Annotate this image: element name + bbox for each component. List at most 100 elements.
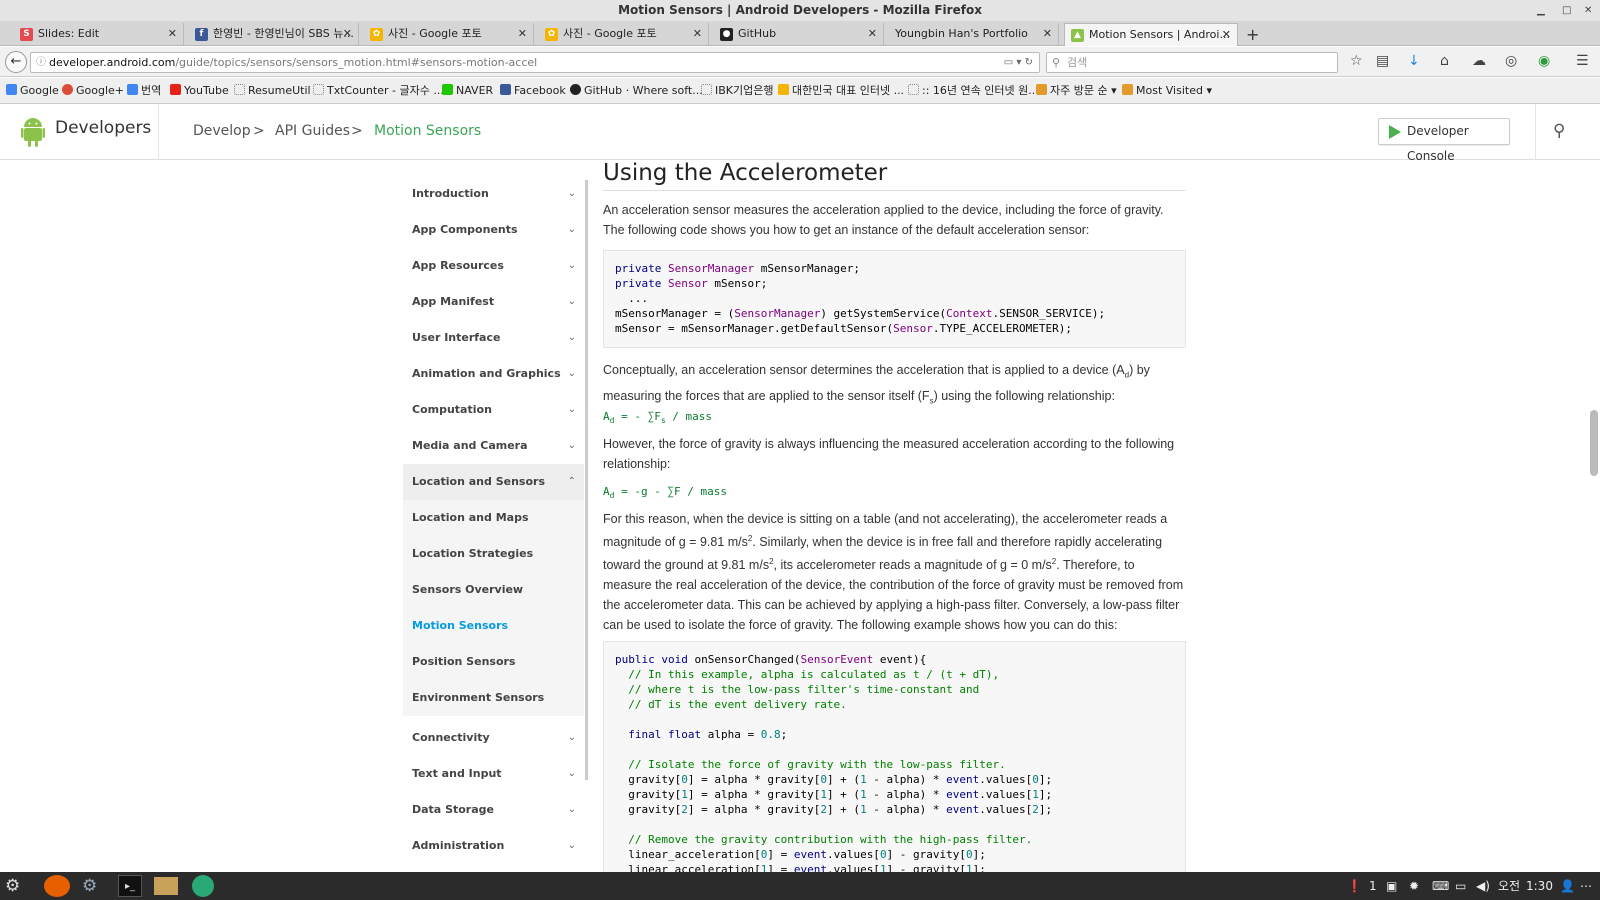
- tab-google-photos[interactable]: ✿ 사진 - Google 포토 ✕: [364, 23, 534, 46]
- close-tab-icon[interactable]: ✕: [868, 23, 877, 45]
- user-icon[interactable]: 👤: [1560, 872, 1575, 900]
- brightness-icon[interactable]: ✹: [1409, 872, 1419, 900]
- bookmark-google[interactable]: Google: [6, 78, 59, 104]
- sidebar-item-introduction[interactable]: Introduction ⌄: [403, 176, 584, 212]
- header-divider: [1535, 104, 1536, 160]
- magnifier-icon: ⚲: [1052, 56, 1061, 69]
- developer-console-button[interactable]: Developer Console: [1378, 118, 1510, 163]
- chevron-down-icon: ⌄: [567, 296, 576, 307]
- bookmark-github[interactable]: GitHub · Where soft...: [570, 78, 703, 104]
- chat-icon[interactable]: ☁: [1472, 53, 1486, 69]
- alert-icon[interactable]: ❗: [1347, 872, 1362, 900]
- sidebar-scrollbar[interactable]: [585, 180, 588, 780]
- close-window-icon[interactable]: ✕: [1584, 0, 1592, 21]
- sidebar-item-app-components[interactable]: App Components ⌄: [403, 212, 584, 248]
- breadcrumb-develop[interactable]: Develop: [193, 123, 251, 139]
- tab-github[interactable]: ● GitHub ✕: [714, 23, 884, 46]
- sidebar-item-app-resources[interactable]: App Resources ⌄: [403, 248, 584, 284]
- sidebar-item-app-manifest[interactable]: App Manifest ⌄: [403, 284, 584, 320]
- back-arrow-icon[interactable]: ←: [5, 51, 27, 73]
- google-photos-icon: ✿: [370, 28, 383, 41]
- sidebar-item-media-camera[interactable]: Media and Camera ⌄: [403, 428, 584, 464]
- sidebar-subitem-location-strategies[interactable]: Location Strategies: [403, 536, 584, 572]
- tab-portfolio[interactable]: Youngbin Han's Portfolio ✕: [889, 23, 1059, 46]
- site-search-icon[interactable]: ⚲: [1553, 121, 1565, 141]
- sidebar-item-connectivity[interactable]: Connectivity ⌄: [403, 720, 584, 756]
- maximize-icon[interactable]: □: [1562, 0, 1571, 21]
- sidebar-item-computation[interactable]: Computation ⌄: [403, 392, 584, 428]
- breadcrumb-motion-sensors[interactable]: Motion Sensors: [374, 123, 481, 139]
- tab-google-photos-2[interactable]: ✿ 사진 - Google 포토 ✕: [539, 23, 709, 46]
- reading-list-icon[interactable]: ▤: [1376, 53, 1389, 69]
- breadcrumb-api-guides[interactable]: API Guides: [275, 123, 350, 139]
- search-input[interactable]: ⚲ 검색: [1046, 52, 1338, 73]
- terminal-icon[interactable]: ▸_: [118, 875, 142, 897]
- sidebar-subitem-motion-sensors[interactable]: Motion Sensors: [403, 608, 584, 644]
- developer-console-label: Developer Console: [1407, 124, 1469, 163]
- bookmark-star-icon[interactable]: ☆: [1350, 53, 1363, 69]
- tab-label: 한영빈 - 한영빈님이 SBS 뉴...: [213, 27, 354, 40]
- clock-time[interactable]: 1:30: [1526, 872, 1553, 900]
- close-tab-icon[interactable]: ✕: [518, 23, 527, 45]
- chevron-down-icon: ⌄: [567, 260, 576, 271]
- sidebar-subitem-environment-sensors[interactable]: Environment Sensors: [403, 680, 584, 716]
- system-settings-icon[interactable]: ⚙: [82, 875, 97, 897]
- bookmark-txtcounter[interactable]: TxtCounter - 글자수 ...: [313, 78, 444, 104]
- new-tab-icon[interactable]: +: [1246, 25, 1259, 44]
- url-bar[interactable]: ⓘ developer.android.com/guide/topics/sen…: [30, 52, 1040, 73]
- brand-name[interactable]: Developers: [55, 118, 151, 138]
- addon-icon[interactable]: ◉: [1538, 53, 1550, 69]
- bookmark-daum[interactable]: 대한민국 대표 인터넷 ...: [778, 78, 904, 104]
- sidebar-item-location-sensors[interactable]: Location and Sensors ⌃: [403, 464, 584, 500]
- notification-count[interactable]: 1: [1369, 872, 1377, 900]
- bookmark-folder-frequent[interactable]: 자주 방문 순 ▾: [1036, 78, 1117, 104]
- close-tab-icon[interactable]: ✕: [343, 23, 352, 45]
- close-tab-icon[interactable]: ✕: [1043, 23, 1052, 45]
- bookmark-naver[interactable]: NAVER: [442, 78, 493, 104]
- window-icon[interactable]: ▣: [1386, 872, 1397, 900]
- tab-label: GitHub: [738, 27, 777, 40]
- info-icon[interactable]: ⓘ: [36, 53, 46, 72]
- sidebar-subitem-position-sensors[interactable]: Position Sensors: [403, 644, 584, 680]
- minimize-icon[interactable]: ▁: [1537, 0, 1545, 21]
- app-icon[interactable]: [192, 875, 214, 897]
- menu-icon[interactable]: ☰: [1576, 53, 1589, 69]
- sidebar-item-administration[interactable]: Administration ⌄: [403, 828, 584, 864]
- bookmarks-bar: Google Google+ 번역 YouTube ResumeUtil Txt…: [0, 78, 1600, 104]
- tab-slides[interactable]: S Slides: Edit ✕: [14, 23, 184, 46]
- sidebar-subitem-sensors-overview[interactable]: Sensors Overview: [403, 572, 584, 608]
- tab-label: Slides: Edit: [38, 27, 100, 40]
- tab-motion-sensors[interactable]: ▲ Motion Sensors | Androi... ✕: [1064, 23, 1238, 46]
- firefox-icon[interactable]: [44, 875, 70, 897]
- sidebar-item-text-input[interactable]: Text and Input ⌄: [403, 756, 584, 792]
- more-icon[interactable]: ⋯: [1580, 872, 1592, 900]
- keyboard-icon[interactable]: ⌨: [1432, 872, 1449, 900]
- bookmark-resumeutil[interactable]: ResumeUtil: [234, 78, 311, 104]
- sidebar-subitem-location-maps[interactable]: Location and Maps: [403, 500, 584, 536]
- settings-gear-icon[interactable]: ⚙: [5, 875, 20, 897]
- volume-icon[interactable]: ◀): [1476, 872, 1490, 900]
- bookmark-ibk[interactable]: IBK기업은행: [701, 78, 773, 104]
- page-scrollbar-thumb[interactable]: [1590, 410, 1598, 476]
- bookmark-google-plus[interactable]: Google+: [62, 78, 124, 104]
- reader-reload-icons[interactable]: ▭ ▾ ↻: [1004, 53, 1033, 72]
- screen-icon[interactable]: ▭: [1455, 872, 1466, 900]
- bookmark-youtube[interactable]: YouTube: [170, 78, 229, 104]
- close-tab-icon[interactable]: ✕: [168, 23, 177, 45]
- sidebar-item-data-storage[interactable]: Data Storage ⌄: [403, 792, 584, 828]
- close-tab-icon[interactable]: ✕: [693, 23, 702, 45]
- bookmark-sixteen-years[interactable]: :: 16년 연속 인터넷 원...: [908, 78, 1039, 104]
- bookmark-translate[interactable]: 번역: [127, 78, 161, 104]
- bookmark-folder-most-visited[interactable]: Most Visited ▾: [1122, 78, 1212, 104]
- sidebar-item-user-interface[interactable]: User Interface ⌄: [403, 320, 584, 356]
- folder-icon[interactable]: [154, 877, 178, 895]
- download-icon[interactable]: ↓: [1408, 53, 1420, 69]
- android-logo-icon[interactable]: [21, 116, 45, 148]
- close-tab-icon[interactable]: ✕: [1222, 24, 1231, 46]
- tab-facebook[interactable]: f 한영빈 - 한영빈님이 SBS 뉴... ✕: [189, 23, 359, 46]
- bookmark-facebook[interactable]: Facebook: [500, 78, 566, 104]
- home-icon[interactable]: ⌂: [1440, 53, 1449, 69]
- facebook-icon: f: [195, 28, 208, 41]
- sidebar-item-animation-graphics[interactable]: Animation and Graphics ⌄: [403, 356, 584, 392]
- extension-icon[interactable]: ◎: [1505, 53, 1517, 69]
